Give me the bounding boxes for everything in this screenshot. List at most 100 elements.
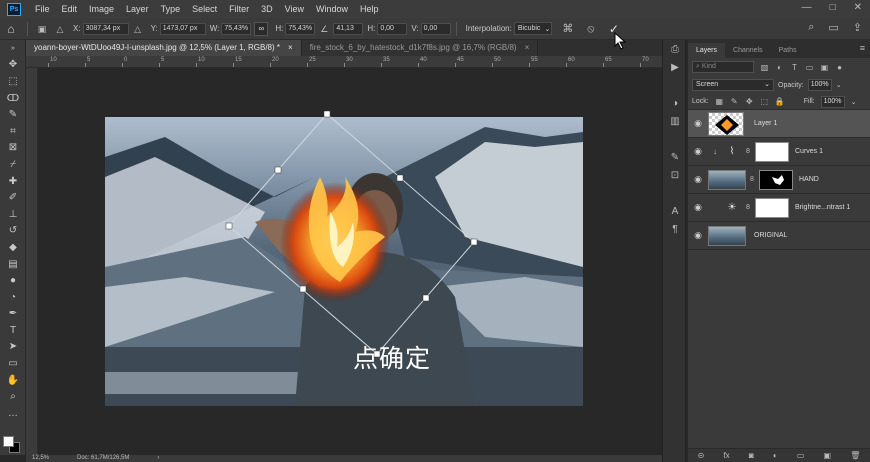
fx-icon[interactable]: fx [723,451,729,460]
link-layers-icon[interactable]: ⊝ [698,451,705,460]
layer-row-original[interactable]: ◉ ORIGINAL [688,222,870,250]
zoom-level[interactable]: 12,5% [32,455,49,462]
close-icon[interactable]: × [525,40,530,56]
clone-source-icon[interactable]: ⊡ [663,166,687,184]
frame-tool-icon[interactable]: ⊠ [0,140,26,157]
blur-tool-icon[interactable]: ● [0,272,26,289]
add-mask-icon[interactable]: ◙ [749,451,754,460]
reference-point-icon[interactable]: ▣ [36,23,48,35]
tab-paths[interactable]: Paths [771,43,805,58]
layer-row-brightness[interactable]: ◉ ☀ 8 Brightne...ntrast 1 [688,194,870,222]
paragraph-panel-icon[interactable]: ¶ [663,220,687,238]
character-panel-icon[interactable]: A [663,202,687,220]
chevron-down-icon[interactable]: ⌄ [836,81,842,89]
menu-window[interactable]: Window [310,4,354,14]
shape-filter-icon[interactable]: ▭ [805,63,814,72]
share-icon[interactable]: ⇪ [853,21,862,34]
kind-filter-select[interactable]: ⌕ Kind [692,61,754,73]
y-position-field[interactable]: 1473,07 px [159,22,206,35]
gradient-tool-icon[interactable]: ▤ [0,256,26,273]
collapse-icon[interactable]: » [0,40,26,57]
dodge-tool-icon[interactable]: ◔ [0,289,26,306]
lock-position-icon[interactable]: ✥ [745,97,754,106]
link-aspect-button[interactable]: ∞ [254,21,269,36]
eye-icon[interactable]: ◉ [688,202,708,213]
relative-position-icon[interactable]: △ [54,23,66,35]
actions-panel-icon[interactable]: ▶ [663,58,687,76]
foreground-color-swatch[interactable] [3,436,14,447]
new-group-icon[interactable]: ▭ [797,451,805,460]
close-icon[interactable]: × [288,40,293,56]
filter-toggle-icon[interactable]: ● [835,63,844,72]
hskew-field[interactable]: 0,00 [377,22,408,35]
eye-icon[interactable]: ◉ [688,146,708,157]
new-adjustment-icon[interactable]: ◐ [773,451,778,460]
maximize-button[interactable]: □ [830,2,836,13]
adjustment-filter-icon[interactable]: ◐ [775,63,784,72]
menu-type[interactable]: Type [155,4,187,14]
pixel-filter-icon[interactable]: ▧ [760,63,769,72]
workspace-icon[interactable]: ▭ [828,21,838,34]
menu-image[interactable]: Image [83,4,120,14]
transform-bounding-box[interactable] [38,68,662,455]
lock-pixels-icon[interactable]: ▦ [715,97,724,106]
layer-mask-thumbnail[interactable] [759,169,793,190]
home-icon[interactable]: ⌂ [0,22,22,36]
blend-mode-select[interactable]: Screen ⌄ [692,79,774,91]
layer-row-hand[interactable]: ◉ 8 HAND [688,166,870,194]
shape-tool-icon[interactable]: ▭ [0,355,26,372]
layer-row-curves[interactable]: ◉ ↓ ⌇ 8 Curves 1 [688,138,870,166]
tab-active-document[interactable]: yoann-boyer-WtDUoo49J-I-unsplash.jpg @ 1… [26,40,302,56]
brush-settings-icon[interactable]: ✎ [663,148,687,166]
menu-3d[interactable]: 3D [255,4,279,14]
healing-tool-icon[interactable]: ✚ [0,173,26,190]
chevron-down-icon[interactable]: ⌄ [851,98,857,106]
marquee-tool-icon[interactable]: ⬚ [0,73,26,90]
status-arrow-icon[interactable]: › [157,455,159,462]
lock-artboard-icon[interactable]: ⬚ [760,97,769,106]
eye-icon[interactable]: ◉ [688,174,708,185]
canvas-area[interactable] [38,68,662,455]
path-select-tool-icon[interactable]: ➤ [0,339,26,356]
warp-mode-icon[interactable]: ⌘ [562,23,574,35]
quick-select-tool-icon[interactable]: ✎ [0,106,26,123]
layer-row-layer1[interactable]: ◉ Layer 1 [688,110,870,138]
lock-all-icon[interactable]: 🔒 [775,97,785,106]
close-window-button[interactable]: ✕ [854,2,862,13]
more-tools-icon[interactable]: … [0,405,26,422]
panel-menu-icon[interactable]: ≡ [860,43,865,53]
tab-fire-document[interactable]: fire_stock_6_by_hatestock_d1k7f8s.jpg @ … [301,40,539,56]
pen-tool-icon[interactable]: ✒ [0,306,26,323]
layer-mask-thumbnail[interactable] [755,197,789,218]
tab-layers[interactable]: Layers [688,43,726,58]
height-field[interactable]: 75,43% [285,22,316,35]
hand-tool-icon[interactable]: ✋ [0,372,26,389]
x-position-field[interactable]: 3087,34 px [82,22,129,35]
lock-paint-icon[interactable]: ✎ [730,97,739,106]
zoom-tool-icon[interactable]: ⌕ [0,388,26,405]
properties-panel-icon[interactable]: ▥ [663,112,687,130]
menu-select[interactable]: Select [186,4,223,14]
eye-icon[interactable]: ◉ [688,230,708,241]
history-panel-icon[interactable]: ⎙ [663,40,687,58]
cancel-transform-icon[interactable]: ⦸ [585,23,597,35]
new-layer-icon[interactable]: ▣ [824,451,832,460]
menu-filter[interactable]: Filter [223,4,255,14]
minimize-button[interactable]: — [802,2,812,13]
history-brush-icon[interactable]: ↺ [0,223,26,240]
eyedropper-tool-icon[interactable]: ⌿ [0,156,26,173]
fill-field[interactable]: 100% [820,95,845,108]
eraser-tool-icon[interactable]: ◆ [0,239,26,256]
menu-file[interactable]: File [29,4,56,14]
type-filter-icon[interactable]: T [790,63,799,72]
vskew-field[interactable]: 0,00 [420,22,451,35]
width-field[interactable]: 75,43% [221,22,252,35]
tab-channels[interactable]: Channels [725,43,771,58]
type-tool-icon[interactable]: T [0,322,26,339]
trash-icon[interactable]: 🗑 [850,451,860,460]
search-icon[interactable]: ⌕ [808,21,814,34]
adjustments-panel-icon[interactable]: ◑ [663,94,687,112]
menu-edit[interactable]: Edit [56,4,84,14]
menu-view[interactable]: View [279,4,310,14]
move-tool-icon[interactable]: ✥ [0,57,26,74]
